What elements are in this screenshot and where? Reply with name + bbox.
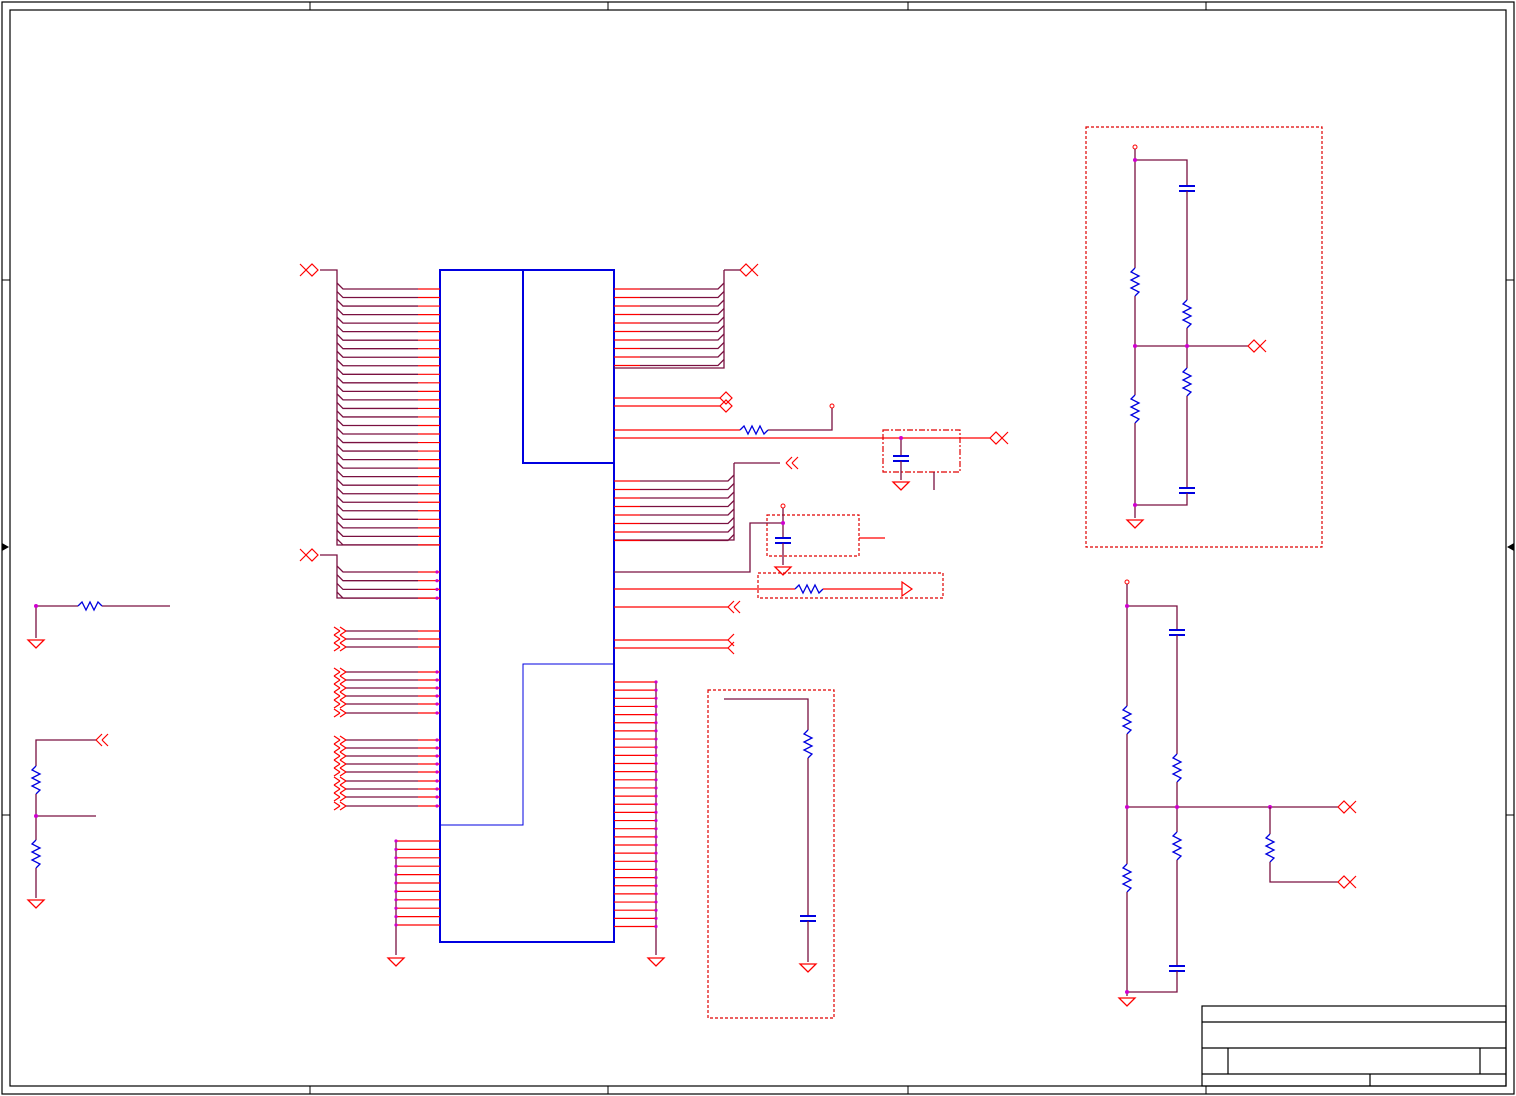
left-bus-pin	[336, 308, 440, 316]
left-bus-pin	[336, 582, 440, 592]
left-divider	[26, 733, 109, 909]
right-bus-pin	[614, 525, 735, 533]
left-bus-pin	[336, 282, 440, 290]
left-signal-port	[333, 699, 440, 709]
left-signal-port	[333, 759, 440, 769]
right-bus-pin	[614, 308, 725, 316]
left-bus-pin	[336, 393, 440, 401]
rc-network-box	[707, 689, 835, 1019]
left-signal-port	[333, 691, 440, 701]
right-bus-pin	[614, 342, 725, 350]
left-bus-pin	[336, 427, 440, 435]
left-bus-pin	[336, 359, 440, 367]
right-bus-pin	[614, 299, 725, 307]
left-bus-pin	[336, 565, 440, 574]
left-bus-pin	[336, 436, 440, 444]
left-bus-pin	[336, 538, 440, 546]
left-bus-pin	[336, 574, 440, 583]
left-bus-pin	[336, 333, 440, 341]
right-bus-pin	[614, 483, 735, 491]
left-bus-pin	[336, 453, 440, 461]
signal-right-640	[614, 633, 735, 655]
signal-right-resistor	[614, 403, 1009, 445]
left-bus-pin	[336, 384, 440, 393]
port-left-bus-top	[299, 263, 319, 277]
port-right-bus-top	[724, 263, 759, 277]
right-ground-bus	[614, 680, 666, 967]
left-bus-pin	[336, 419, 440, 427]
left-signal-port	[333, 743, 440, 753]
right-pin-group	[614, 282, 735, 542]
right-bus-pin	[614, 350, 725, 358]
left-signal-port	[333, 683, 440, 693]
left-bus-pin	[336, 504, 440, 512]
left-bus-pin	[336, 367, 440, 375]
left-port-stack	[333, 626, 440, 811]
left-signal-port	[333, 735, 440, 745]
left-bus-pin	[336, 342, 440, 350]
port-left-bus-mid	[299, 548, 319, 562]
upper-right-divider-box	[1085, 126, 1323, 548]
left-signal-port	[333, 801, 440, 811]
left-bus-pin	[336, 591, 440, 600]
right-bus-pin	[614, 333, 725, 341]
left-signal-port	[333, 634, 440, 644]
right-bus-pin	[614, 291, 725, 299]
lower-right-divider	[1117, 579, 1357, 1007]
port-right-bus-mid	[785, 456, 799, 470]
left-bus-pin	[336, 299, 440, 307]
left-bus-pin	[336, 512, 440, 520]
left-bus-pin	[336, 529, 440, 538]
left-signal-port	[333, 792, 440, 802]
signal-right-398	[614, 391, 733, 413]
right-bus-pin	[614, 517, 735, 525]
left-bus-pin	[336, 291, 440, 299]
right-bus-pin	[614, 500, 735, 508]
left-bus-pin	[336, 521, 440, 529]
left-bus-pin	[336, 376, 440, 384]
left-signal-port	[333, 626, 440, 636]
left-signal-port	[333, 642, 440, 652]
left-bus-pin	[336, 350, 440, 358]
left-bus-pin	[336, 401, 440, 410]
right-data-bus	[614, 270, 780, 541]
right-bus-pin	[614, 359, 725, 367]
left-signal-port	[333, 708, 440, 718]
right-bus-pin	[614, 316, 725, 324]
left-ground-bus	[386, 839, 440, 967]
right-bus-pin	[614, 491, 735, 499]
left-pin-group	[336, 282, 440, 600]
left-signal-port	[333, 751, 440, 761]
main-ic	[439, 269, 615, 943]
left-signal-port	[333, 784, 440, 794]
right-bus-pin	[614, 508, 735, 516]
right-bus-pin	[614, 474, 735, 482]
filter-cap-box	[882, 429, 961, 491]
left-bus-pin	[336, 487, 440, 495]
right-bus-pin	[614, 325, 725, 333]
left-bus-pin	[336, 461, 440, 469]
left-signal-port	[333, 667, 440, 677]
left-bus-pin	[336, 325, 440, 333]
left-signal-port	[333, 776, 440, 786]
left-bus-pin	[336, 495, 440, 503]
left-pulldown	[26, 600, 170, 649]
series-resistor-box	[614, 572, 944, 599]
left-signal-port	[333, 675, 440, 685]
signal-right-607	[614, 600, 741, 614]
left-bus-pin	[336, 316, 440, 324]
schematic-sheet	[1, 1, 1515, 1095]
title-block	[1201, 1005, 1507, 1087]
left-bus-pin	[336, 478, 440, 486]
left-bus-pin	[336, 410, 440, 418]
left-bus-pin	[336, 470, 440, 478]
left-signal-port	[333, 767, 440, 777]
sheet-frame	[1, 1, 1515, 1095]
left-bus-pin	[336, 444, 440, 452]
right-bus-pin	[614, 282, 725, 290]
